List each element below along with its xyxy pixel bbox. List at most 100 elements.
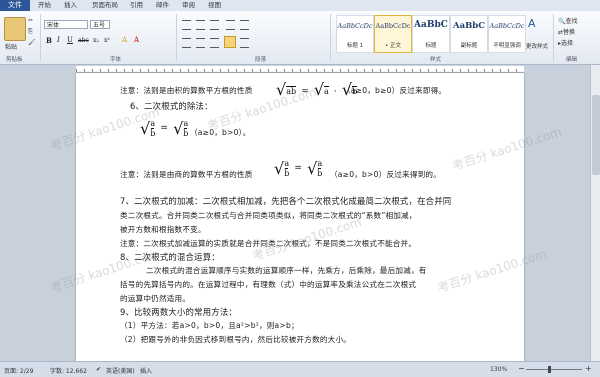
styles-group-label: 样式 (430, 57, 442, 63)
style-sample: AaBbC (453, 21, 485, 31)
proofing-icon[interactable]: ✔ (96, 366, 101, 373)
ruler-tick (172, 69, 173, 72)
vertical-scrollbar[interactable] (590, 65, 600, 361)
justify-icon[interactable] (224, 36, 236, 48)
zoom-in-icon[interactable]: + (585, 364, 592, 373)
doc-line: （a≥0，b>0）反过来得到的。 (330, 170, 441, 179)
ruler-tick (412, 69, 413, 72)
style-name: 副标题 (460, 43, 478, 49)
doc-line: （a≥0，b≥0）反过来即得。 (343, 86, 447, 95)
numbering-icon[interactable] (196, 20, 205, 30)
clipboard-group-label: 剪贴板 (6, 57, 23, 63)
zoom-out-icon[interactable]: − (518, 364, 525, 373)
underline-button[interactable]: U (67, 36, 73, 44)
align-center-icon[interactable] (196, 38, 205, 48)
ruler-tick (308, 69, 309, 72)
line-spacing-icon[interactable] (240, 38, 249, 48)
ruler-tick (204, 69, 205, 72)
ruler-tick (444, 69, 445, 72)
scrollbar-thumb[interactable] (592, 95, 600, 175)
group-divider (553, 14, 554, 61)
ruler-tick (260, 69, 261, 72)
language-indicator[interactable]: 英语(美国) (106, 366, 135, 375)
ruler-tick (236, 69, 237, 72)
select-button[interactable]: ▸选择 (558, 38, 573, 47)
ruler-tick (252, 69, 253, 72)
style-sample: AaBbCcDc (489, 22, 525, 30)
tab-mailings[interactable]: 邮件 (156, 0, 169, 11)
zoom-slider-handle[interactable] (548, 366, 551, 373)
paragraph-group-label: 段落 (255, 57, 267, 63)
doc-line: 二次根式的混合运算顺序与实数的运算顺序一样，先乘方，后乘除，最后加减，有 (146, 266, 427, 275)
doc-line: 注意：法则是由商的算数平方根的性质 (120, 170, 253, 179)
ruler-tick (196, 69, 197, 72)
group-divider (176, 14, 177, 61)
ruler-tick (468, 69, 469, 72)
paste-button[interactable] (4, 17, 26, 41)
ruler-tick (164, 69, 165, 72)
formula-quotient-sqrt-reverse: √ a b = √ a b (274, 158, 323, 178)
style-name: • 正文 (385, 43, 401, 49)
zoom-slider[interactable] (526, 369, 582, 370)
ruler-tick (84, 69, 85, 72)
align-left-icon[interactable] (182, 38, 191, 48)
tab-view[interactable]: 视图 (208, 0, 221, 11)
format-painter-icon[interactable]: 🖌 (28, 39, 36, 46)
font-color-button[interactable]: A (134, 36, 139, 44)
change-styles-button[interactable]: 更改样式 (526, 42, 548, 50)
style-subtitle[interactable]: AaBbC 副标题 (450, 15, 488, 53)
tab-review[interactable]: 审阅 (182, 0, 195, 11)
ruler-tick (452, 69, 453, 72)
zoom-level[interactable]: 130% (490, 366, 507, 373)
ruler-tick (148, 69, 149, 72)
ruler-tick (436, 69, 437, 72)
paste-label: 粘贴 (5, 44, 18, 51)
strikethrough-button[interactable]: abc (78, 37, 89, 44)
style-subtle-emphasis[interactable]: AaBbCcDc 不明显强调 (488, 15, 526, 53)
ruler-tick (516, 69, 517, 72)
ruler-tick (380, 69, 381, 72)
bold-button[interactable]: B (46, 36, 52, 45)
italic-button[interactable]: I (57, 36, 60, 44)
ruler-tick (460, 69, 461, 72)
ruler-tick (220, 69, 221, 72)
font-size-box[interactable]: 五号 (90, 20, 110, 29)
tab-page-layout[interactable]: 页面布局 (92, 0, 118, 11)
ruler-tick (388, 69, 389, 72)
doc-line: 类二次根式。合并同类二次根式与合并同类项类似，将同类二次根式的“系数”相加减， (120, 211, 417, 220)
multilevel-list-icon[interactable] (210, 20, 219, 30)
highlight-button[interactable]: A (122, 36, 127, 44)
style-sample: AaBbCcDc (375, 22, 411, 30)
bullets-icon[interactable] (182, 20, 191, 30)
tab-file[interactable]: 文件 (0, 0, 30, 11)
style-title[interactable]: AaBbC 标题 (412, 15, 450, 53)
tab-home[interactable]: 开始 (38, 0, 51, 11)
increase-indent-icon[interactable] (240, 20, 249, 30)
find-button[interactable]: 🔍查找 (558, 16, 578, 25)
horizontal-ruler[interactable] (76, 66, 524, 73)
copy-icon[interactable]: ⎘ (28, 28, 33, 36)
ruler-tick (108, 69, 109, 72)
subscript-button[interactable]: x₂ (93, 37, 99, 44)
insert-mode-indicator[interactable]: 插入 (140, 366, 152, 375)
page-count[interactable]: 页面: 2/29 (4, 366, 33, 375)
cut-icon[interactable]: ✂ (28, 17, 33, 24)
style-sample: AaBbC (414, 20, 448, 30)
tab-references[interactable]: 引用 (130, 0, 143, 11)
align-right-icon[interactable] (210, 38, 219, 48)
word-count[interactable]: 字数: 12,662 (50, 366, 87, 375)
ruler-tick (324, 69, 325, 72)
style-heading1[interactable]: AaBbCcDc 标题 1 (336, 15, 374, 53)
decrease-indent-icon[interactable] (226, 20, 235, 30)
replace-button[interactable]: ⇄替换 (558, 27, 575, 36)
ruler-tick (300, 69, 301, 72)
style-normal[interactable]: AaBbCcDc • 正文 (374, 15, 412, 53)
style-name: 标题 (425, 43, 437, 49)
ruler-tick (268, 69, 269, 72)
ruler-tick (356, 69, 357, 72)
tab-insert[interactable]: 插入 (64, 0, 77, 11)
superscript-button[interactable]: x² (104, 37, 110, 44)
ruler-tick (292, 69, 293, 72)
font-name-box[interactable]: 宋体 (44, 20, 88, 29)
change-styles-icon[interactable]: A (528, 17, 536, 30)
